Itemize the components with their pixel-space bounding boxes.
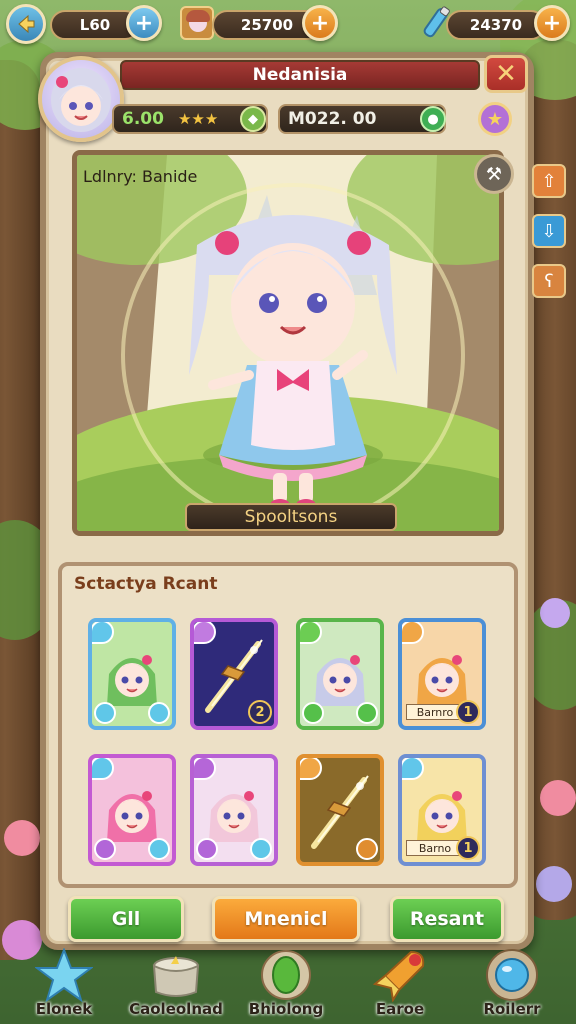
currency-value: M022. 00	[288, 109, 377, 129]
skill-gem-icon	[148, 838, 170, 860]
hero-portrait-icon	[209, 791, 259, 842]
skill-gem-icon	[148, 702, 170, 724]
nav-label: Roilerr	[483, 1000, 541, 1018]
action-button-left[interactable]: Gll	[68, 896, 184, 942]
gold-add-button[interactable]: +	[302, 5, 338, 41]
element-gem-icon	[92, 622, 114, 644]
action-left-label: Gll	[111, 908, 141, 930]
showcase-button[interactable]: Spooltsons	[185, 503, 397, 531]
close-icon: ✕	[495, 59, 517, 89]
element-gem-icon	[300, 622, 322, 644]
arrow-down-icon: ⇩	[541, 220, 557, 242]
arrow-left-icon	[18, 14, 35, 34]
collection-card[interactable]	[296, 618, 384, 730]
favorite-star-button[interactable]: ★	[478, 102, 512, 136]
power-value: 6.00	[122, 109, 164, 129]
skill-gem-icon	[250, 838, 272, 860]
showcase-button-label: Spooltsons	[244, 507, 338, 527]
level-text: L60	[79, 16, 111, 34]
hero-portrait-icon	[107, 655, 157, 706]
nav-item-caoleolnad[interactable]: Caoleolnad	[126, 948, 226, 1024]
gem-add-button[interactable]: +	[534, 5, 570, 41]
hero-showcase: Ldlnry: Banide Spooltsons	[72, 150, 504, 536]
collection-card[interactable]	[296, 754, 384, 866]
nav-item-roilerr[interactable]: Roilerr	[462, 948, 562, 1024]
nav-label: Caoleolnad	[129, 1000, 223, 1018]
collection-title: Sctactya Rcant	[74, 574, 218, 594]
card-rank-badge: 1	[456, 700, 480, 724]
showcase-settings-button[interactable]: ⚒	[474, 154, 514, 194]
action-middle-label: Mnenicl	[244, 908, 328, 930]
collection-card[interactable]: 2	[190, 618, 278, 730]
gem-amount: 24370	[469, 16, 523, 34]
close-button[interactable]: ✕	[484, 55, 528, 93]
hero-portrait-icon	[51, 68, 111, 132]
skill-gem-icon	[302, 702, 324, 724]
showcase-label: Ldlnry: Banide	[83, 167, 198, 186]
nav-item-earoe[interactable]: Earoe	[350, 948, 450, 1024]
rocket-icon	[372, 950, 425, 1002]
nav-label: Earoe	[375, 1000, 425, 1018]
nav-item-elonek[interactable]: Elonek	[14, 948, 114, 1024]
nav-label: Bhiolong	[248, 1000, 324, 1018]
resource-bar: L60 + 25700 + 24370 +	[0, 0, 576, 50]
element-gem-icon	[300, 758, 322, 780]
nav-item-bhiolong[interactable]: Bhiolong	[236, 948, 336, 1024]
card-rank-badge: 2	[248, 700, 272, 724]
level-add-button[interactable]: +	[126, 5, 162, 41]
gold-amount: 25700	[240, 16, 294, 34]
green-gem-icon: ◆	[240, 106, 266, 132]
stars-icon: ★★★	[177, 110, 219, 128]
element-gem-icon	[194, 622, 216, 644]
action-right-label: Resant	[409, 908, 485, 930]
star-crystal-icon	[35, 948, 93, 1002]
hero-portrait-icon	[417, 655, 467, 706]
wrench-icon: ⚒	[485, 163, 503, 185]
skill-gem-icon	[356, 702, 378, 724]
element-gem-icon	[402, 622, 424, 644]
plus-icon: +	[542, 10, 562, 36]
action-button-right[interactable]: Resant	[390, 896, 504, 942]
collection-card[interactable]	[88, 754, 176, 866]
plus-icon: +	[310, 10, 330, 36]
element-gem-icon	[92, 758, 114, 780]
card-rank-badge: 1	[456, 836, 480, 860]
panel-title-text: Nedanisia	[252, 65, 348, 85]
hero-portrait-icon	[417, 791, 467, 842]
side-tab-stats[interactable]: ʕ	[532, 264, 566, 298]
treasure-pot-icon	[152, 956, 200, 997]
panel-title: Nedanisia	[120, 60, 480, 90]
side-tab-info[interactable]: ⇩	[532, 214, 566, 248]
nav-label: Elonek	[35, 1000, 93, 1018]
hero-portrait-icon	[107, 791, 157, 842]
bear-icon: ʕ	[544, 270, 554, 292]
gold-coin-icon	[180, 6, 214, 40]
skill-gem-icon	[94, 838, 116, 860]
element-gem-icon	[402, 758, 424, 780]
avatar[interactable]	[38, 56, 124, 142]
collection-card[interactable]: Barno 1	[398, 754, 486, 866]
element-gem-icon	[194, 758, 216, 780]
skill-gem-icon	[356, 838, 378, 860]
hero-portrait-icon	[315, 655, 365, 706]
green-egg-icon	[261, 950, 311, 1000]
forest-scene	[77, 155, 499, 531]
collection-card[interactable]: Barnro 1	[398, 618, 486, 730]
leaf-gem-icon: ●	[420, 106, 446, 132]
blue-orb-icon	[486, 949, 538, 1001]
plus-icon: +	[134, 10, 154, 36]
collection-card[interactable]	[88, 618, 176, 730]
skill-gem-icon	[196, 838, 218, 860]
gem-pill: 24370	[446, 10, 546, 40]
action-button-middle[interactable]: Mnenicl	[212, 896, 360, 942]
collection-card[interactable]	[190, 754, 278, 866]
back-button[interactable]	[6, 4, 46, 44]
side-tab-upgrade[interactable]: ⇧	[532, 164, 566, 198]
skill-gem-icon	[94, 702, 116, 724]
arrow-up-icon: ⇧	[541, 170, 557, 192]
